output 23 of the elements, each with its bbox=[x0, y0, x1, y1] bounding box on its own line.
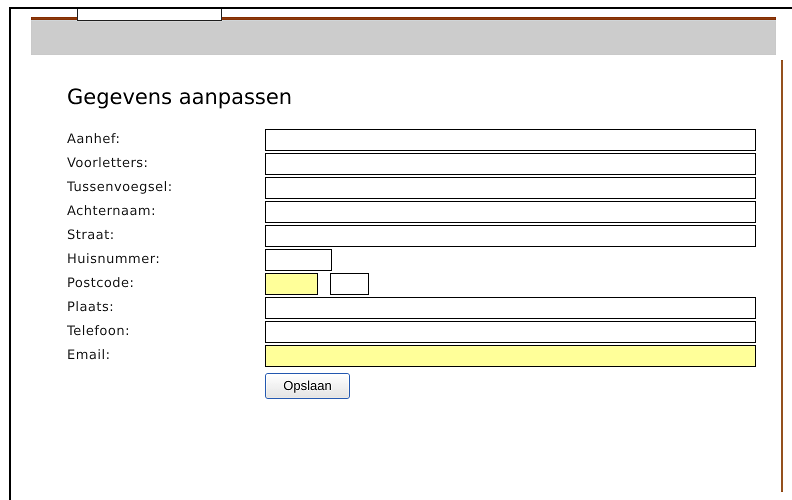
input-field[interactable] bbox=[265, 297, 756, 319]
save-button[interactable]: Opslaan bbox=[265, 373, 350, 399]
page-title: Gegevens aanpassen bbox=[67, 84, 292, 111]
field-label: Straat: bbox=[67, 227, 116, 246]
field-label: Tussenvoegsel: bbox=[67, 179, 174, 198]
input-field[interactable] bbox=[265, 177, 756, 199]
input-field[interactable] bbox=[265, 249, 332, 271]
field-label: Voorletters: bbox=[67, 155, 150, 174]
field-label: Plaats: bbox=[67, 299, 116, 318]
input-field[interactable] bbox=[265, 273, 318, 295]
input-field[interactable] bbox=[265, 129, 756, 151]
field-label: Aanhef: bbox=[67, 131, 122, 150]
input-field[interactable] bbox=[265, 153, 756, 175]
field-label: Telefoon: bbox=[67, 323, 131, 342]
field-label: Email: bbox=[67, 347, 112, 366]
input-field[interactable] bbox=[265, 321, 756, 343]
field-label: Postcode: bbox=[67, 275, 136, 294]
input-field[interactable] bbox=[265, 345, 756, 367]
field-label: Achternaam: bbox=[67, 203, 157, 222]
input-field[interactable] bbox=[265, 201, 756, 223]
field-label: Huisnummer: bbox=[67, 251, 162, 270]
input-field[interactable] bbox=[330, 273, 369, 295]
input-field[interactable] bbox=[265, 225, 756, 247]
